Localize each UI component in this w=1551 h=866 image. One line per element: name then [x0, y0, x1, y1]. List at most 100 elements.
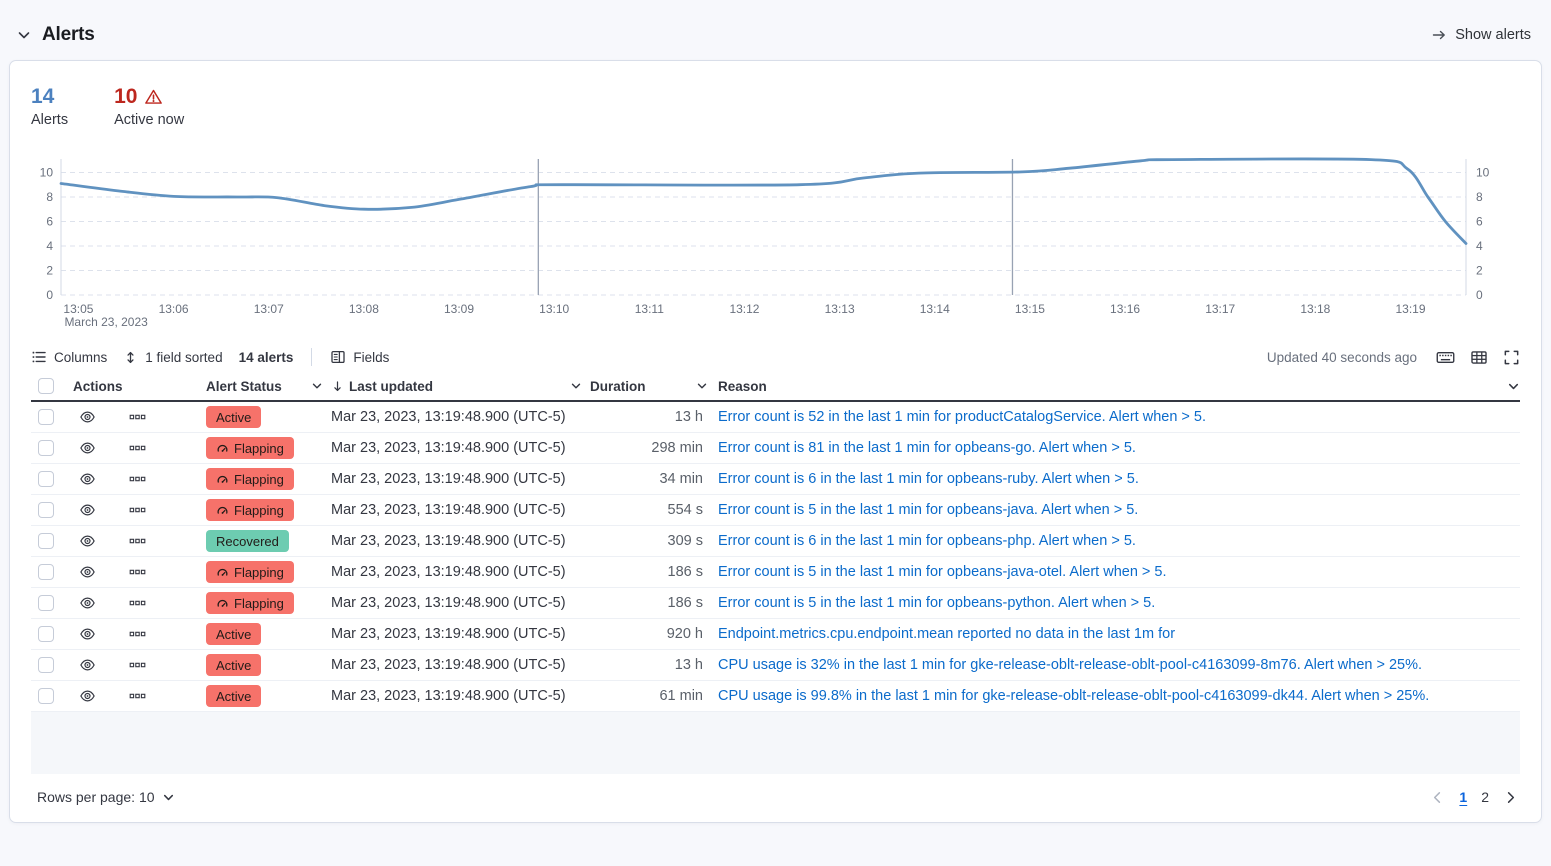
page-number-1[interactable]: 1: [1459, 789, 1467, 805]
duration-value: 298 min: [588, 440, 712, 456]
table-toolbar: Columns 1 field sorted 14 alerts: [31, 342, 1520, 372]
duration-value: 554 s: [588, 502, 712, 518]
more-actions-icon[interactable]: [129, 502, 146, 518]
fields-icon: [330, 349, 346, 365]
reason-link[interactable]: Error count is 5 in the last 1 min for o…: [718, 502, 1138, 518]
view-alert-details-eye-icon[interactable]: [79, 440, 96, 456]
column-header-alert-status[interactable]: Alert Status: [203, 379, 331, 394]
next-page-chevron-icon[interactable]: [1503, 790, 1518, 805]
alert-status-badge[interactable]: Recovered: [206, 530, 289, 552]
svg-text:4: 4: [46, 239, 53, 253]
row-checkbox[interactable]: [38, 533, 54, 549]
row-checkbox[interactable]: [38, 502, 54, 518]
alert-status-badge[interactable]: Flapping: [206, 437, 294, 459]
rows-per-page-button[interactable]: Rows per page: 10: [37, 789, 175, 805]
more-actions-icon[interactable]: [129, 533, 146, 549]
more-actions-icon[interactable]: [129, 595, 146, 611]
total-alerts-count: 14: [31, 85, 68, 109]
reason-link[interactable]: Error count is 6 in the last 1 min for o…: [718, 471, 1139, 487]
chevron-down-icon[interactable]: [696, 380, 708, 392]
view-alert-details-eye-icon[interactable]: [79, 564, 96, 580]
columns-button[interactable]: Columns: [31, 349, 107, 365]
view-alert-details-eye-icon[interactable]: [79, 595, 96, 611]
svg-text:0: 0: [46, 288, 53, 302]
more-actions-icon[interactable]: [129, 626, 146, 642]
previous-page-chevron-icon[interactable]: [1430, 790, 1445, 805]
alert-status-badge[interactable]: Active: [206, 623, 261, 645]
last-updated-status: Updated 40 seconds ago: [1267, 350, 1417, 365]
table-row: FlappingMar 23, 2023, 13:19:48.900 (UTC-…: [31, 495, 1520, 526]
display-options-icon[interactable]: [1470, 349, 1488, 366]
table-empty-area: [31, 712, 1520, 774]
reason-link[interactable]: Error count is 52 in the last 1 min for …: [718, 409, 1206, 425]
reason-link[interactable]: CPU usage is 99.8% in the last 1 min for…: [718, 688, 1429, 704]
row-checkbox[interactable]: [38, 657, 54, 673]
view-alert-details-eye-icon[interactable]: [79, 657, 96, 673]
view-alert-details-eye-icon[interactable]: [79, 471, 96, 487]
view-alert-details-eye-icon[interactable]: [79, 688, 96, 704]
svg-text:13:11: 13:11: [635, 302, 664, 316]
reason-link[interactable]: Error count is 6 in the last 1 min for o…: [718, 533, 1136, 549]
column-header-last-updated[interactable]: Last updated: [331, 379, 588, 394]
alert-status-badge[interactable]: Flapping: [206, 561, 294, 583]
alert-status-badge[interactable]: Active: [206, 654, 261, 676]
duration-value: 920 h: [588, 626, 712, 642]
alert-status-badge[interactable]: Active: [206, 685, 261, 707]
view-alert-details-eye-icon[interactable]: [79, 533, 96, 549]
chevron-down-icon[interactable]: [311, 380, 323, 392]
duration-value: 309 s: [588, 533, 712, 549]
active-now-count: 10: [114, 85, 137, 109]
reason-link[interactable]: Error count is 5 in the last 1 min for o…: [718, 564, 1167, 580]
row-checkbox[interactable]: [38, 471, 54, 487]
row-checkbox[interactable]: [38, 688, 54, 704]
show-alerts-button[interactable]: Show alerts: [1431, 27, 1531, 43]
more-actions-icon[interactable]: [129, 471, 146, 487]
toolbar-divider: [311, 348, 312, 366]
column-header-actions: Actions: [63, 379, 203, 394]
reason-link[interactable]: CPU usage is 32% in the last 1 min for g…: [718, 657, 1422, 673]
fullscreen-icon[interactable]: [1503, 349, 1520, 366]
row-checkbox[interactable]: [38, 409, 54, 425]
reason-link[interactable]: Error count is 81 in the last 1 min for …: [718, 440, 1136, 456]
reason-link[interactable]: Endpoint.metrics.cpu.endpoint.mean repor…: [718, 626, 1175, 642]
alert-status-badge[interactable]: Active: [206, 406, 261, 428]
alert-status-badge[interactable]: Flapping: [206, 468, 294, 490]
view-alert-details-eye-icon[interactable]: [79, 409, 96, 425]
sort-fields-button[interactable]: 1 field sorted: [123, 350, 222, 365]
more-actions-icon[interactable]: [129, 440, 146, 456]
column-header-duration[interactable]: Duration: [588, 379, 712, 394]
chevron-down-icon[interactable]: [570, 380, 582, 392]
more-actions-icon[interactable]: [129, 657, 146, 673]
view-alert-details-eye-icon[interactable]: [79, 502, 96, 518]
alert-status-badge[interactable]: Flapping: [206, 592, 294, 614]
chevron-down-icon[interactable]: [1507, 380, 1520, 393]
select-all-checkbox[interactable]: [38, 378, 54, 394]
row-checkbox[interactable]: [38, 595, 54, 611]
column-header-reason[interactable]: Reason: [712, 379, 1492, 394]
page-number-2[interactable]: 2: [1481, 789, 1489, 805]
last-updated-value: Mar 23, 2023, 13:19:48.900 (UTC-5): [331, 626, 588, 642]
row-checkbox[interactable]: [38, 626, 54, 642]
alert-status-badge[interactable]: Flapping: [206, 499, 294, 521]
alerts-panel: 14 Alerts 10 Active now 0022446688101013…: [9, 60, 1542, 823]
more-actions-icon[interactable]: [129, 409, 146, 425]
svg-text:13:17: 13:17: [1205, 302, 1235, 316]
collapse-section-chevron-down-icon[interactable]: [16, 27, 32, 43]
view-alert-details-eye-icon[interactable]: [79, 626, 96, 642]
warning-triangle-icon: [144, 88, 163, 106]
last-updated-value: Mar 23, 2023, 13:19:48.900 (UTC-5): [331, 471, 588, 487]
fields-button[interactable]: Fields: [330, 349, 389, 365]
table-header-row: Actions Alert Status Last updated Durati…: [31, 372, 1520, 402]
table-row: ActiveMar 23, 2023, 13:19:48.900 (UTC-5)…: [31, 402, 1520, 433]
last-updated-value: Mar 23, 2023, 13:19:48.900 (UTC-5): [331, 440, 588, 456]
column-header-options[interactable]: [1492, 380, 1520, 393]
keyboard-shortcuts-icon[interactable]: [1436, 349, 1455, 366]
reason-link[interactable]: Error count is 5 in the last 1 min for o…: [718, 595, 1155, 611]
row-checkbox[interactable]: [38, 564, 54, 580]
more-actions-icon[interactable]: [129, 688, 146, 704]
duration-value: 186 s: [588, 564, 712, 580]
more-actions-icon[interactable]: [129, 564, 146, 580]
duration-value: 34 min: [588, 471, 712, 487]
row-checkbox[interactable]: [38, 440, 54, 456]
columns-list-icon: [31, 349, 47, 365]
